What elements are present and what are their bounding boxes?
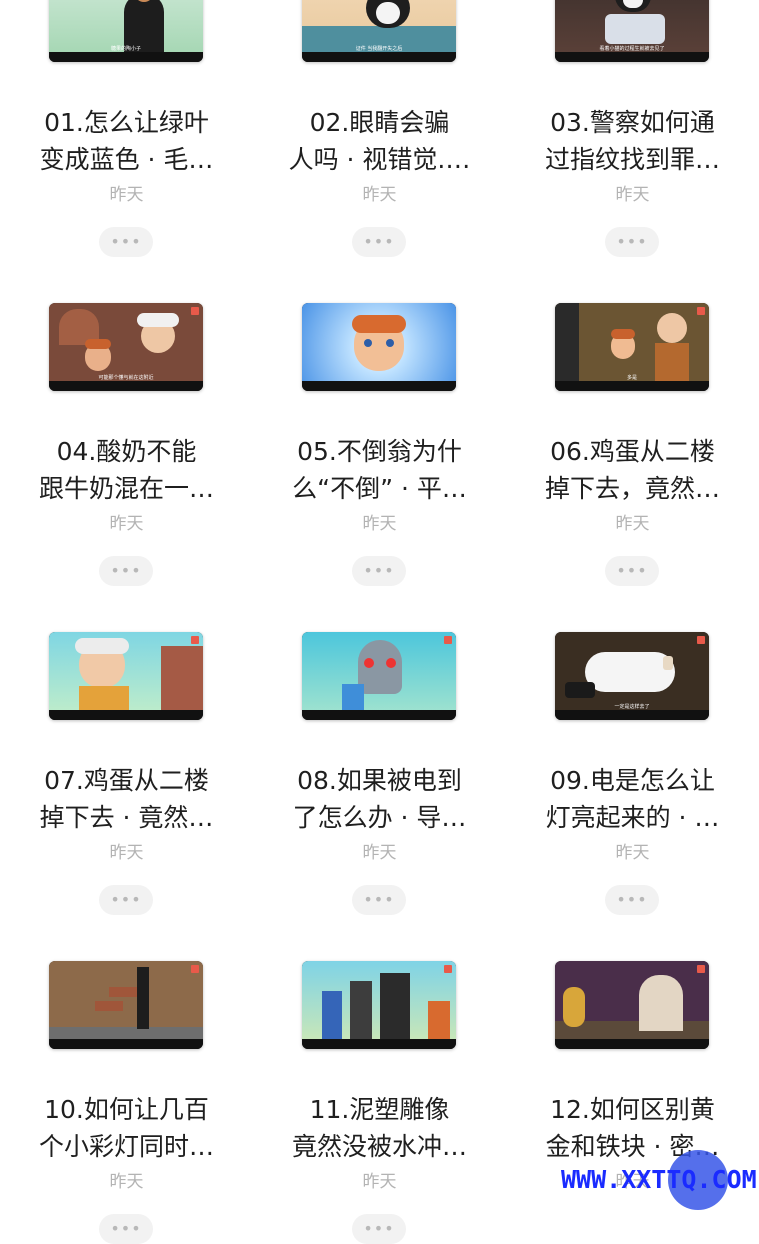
subtitle-bar <box>302 1039 456 1049</box>
video-subtitle: 一定是这样去了 <box>614 704 650 710</box>
subtitle-bar <box>49 381 203 391</box>
video-card[interactable]: 一定是这样去了 09.电是怎么让 灯亮起来的 · … 昨天 ••• <box>506 391 759 915</box>
video-thumbnail[interactable]: 可能那个懂与就在这附近 <box>49 303 203 391</box>
channel-badge <box>697 307 705 315</box>
subtitle-bar <box>555 710 709 720</box>
video-card[interactable]: 糖果的陶小子 01.怎么让绿叶 变成蓝色 · 毛… 昨天 ••• <box>0 0 253 257</box>
video-thumbnail[interactable]: 看着小猫的过程生就被去见了 <box>555 0 709 62</box>
watermark-text: WWW.XXTTQ.COM <box>561 1165 757 1194</box>
channel-badge <box>191 965 199 973</box>
subtitle-bar <box>555 52 709 62</box>
video-thumbnail[interactable] <box>49 961 203 1049</box>
video-grid: 糖果的陶小子 01.怎么让绿叶 变成蓝色 · 毛… 昨天 ••• 证件 当我翻开失… <box>0 0 759 1244</box>
video-thumbnail[interactable] <box>555 961 709 1049</box>
video-card[interactable]: 12.如何区别黄 金和铁块 · 密… 昨天 <box>506 720 759 1192</box>
video-date: 昨天 <box>109 1172 144 1192</box>
channel-badge <box>191 636 199 644</box>
video-thumbnail[interactable]: 一定是这样去了 <box>555 632 709 720</box>
video-subtitle: 多是 <box>626 375 637 381</box>
video-thumbnail[interactable] <box>302 303 456 391</box>
video-card[interactable]: 证件 当我翻开失之后 02.眼睛会骗 人吗 · 视错觉.… 昨天 ••• <box>253 0 506 257</box>
more-options-button[interactable]: ••• <box>99 1214 153 1244</box>
video-title: 11.泥塑雕像 竟然没被水冲… <box>291 1095 467 1161</box>
more-options-button[interactable]: ••• <box>352 1214 406 1244</box>
channel-badge <box>697 965 705 973</box>
channel-badge <box>697 636 705 644</box>
video-date: 昨天 <box>362 1172 397 1192</box>
video-card[interactable]: 看着小猫的过程生就被去见了 03.警察如何通 过指纹找到罪… 昨天 ••• <box>506 0 759 257</box>
video-card[interactable]: 07.鸡蛋从二楼 掉下去 · 竟然… 昨天 ••• <box>0 391 253 915</box>
video-thumbnail[interactable] <box>302 961 456 1049</box>
video-card[interactable]: 08.如果被电到 了怎么办 · 导… 昨天 ••• <box>253 391 506 915</box>
video-subtitle: 证件 当我翻开失之后 <box>355 46 403 52</box>
subtitle-bar <box>49 1039 203 1049</box>
channel-badge <box>444 636 452 644</box>
video-thumbnail[interactable]: 多是 <box>555 303 709 391</box>
subtitle-bar <box>49 52 203 62</box>
video-thumbnail[interactable] <box>49 632 203 720</box>
video-thumbnail[interactable]: 证件 当我翻开失之后 <box>302 0 456 62</box>
subtitle-bar <box>49 710 203 720</box>
video-thumbnail[interactable]: 糖果的陶小子 <box>49 0 203 62</box>
subtitle-bar <box>555 1039 709 1049</box>
video-card[interactable]: 可能那个懂与就在这附近 04.酸奶不能 跟牛奶混在一… 昨天 ••• <box>0 62 253 586</box>
channel-badge <box>191 307 199 315</box>
channel-badge <box>444 965 452 973</box>
video-title: 10.如何让几百 个小彩灯同时… <box>38 1095 214 1161</box>
video-subtitle: 可能那个懂与就在这附近 <box>98 375 154 381</box>
video-card[interactable]: 11.泥塑雕像 竟然没被水冲… 昨天 ••• <box>253 720 506 1244</box>
subtitle-bar <box>555 381 709 391</box>
subtitle-bar <box>302 381 456 391</box>
video-card[interactable]: 多是 06.鸡蛋从二楼 掉下去，竟然… 昨天 ••• <box>506 62 759 586</box>
subtitle-bar <box>302 52 456 62</box>
video-thumbnail[interactable] <box>302 632 456 720</box>
video-card[interactable]: 10.如何让几百 个小彩灯同时… 昨天 ••• <box>0 720 253 1244</box>
subtitle-bar <box>302 710 456 720</box>
video-card[interactable]: 05.不倒翁为什 么“不倒” · 平… 昨天 ••• <box>253 62 506 586</box>
video-subtitle: 糖果的陶小子 <box>110 46 141 52</box>
video-subtitle: 看着小猫的过程生就被去见了 <box>599 46 665 52</box>
